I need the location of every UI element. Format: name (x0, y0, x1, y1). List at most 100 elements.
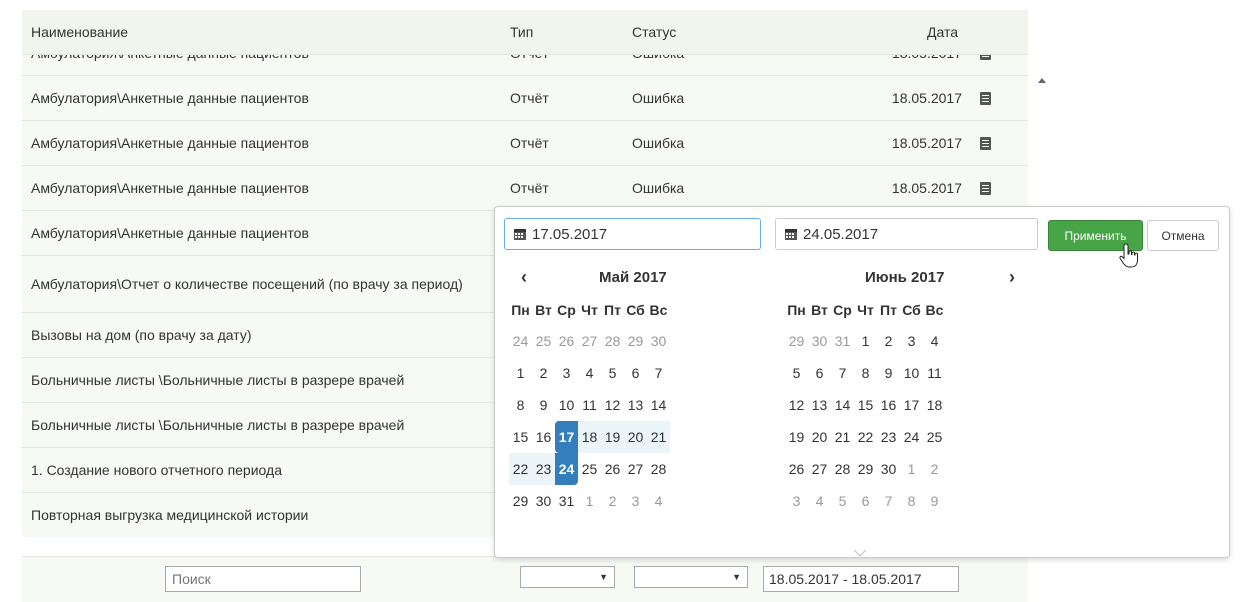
calendar-day[interactable]: 22 (854, 421, 877, 453)
calendar-day[interactable]: 9 (877, 357, 900, 389)
calendar-day[interactable]: 1 (900, 453, 923, 485)
calendar-day[interactable]: 7 (877, 485, 900, 517)
calendar-day[interactable]: 14 (647, 389, 670, 421)
calendar-day[interactable]: 29 (509, 485, 532, 517)
calendar-day[interactable]: 31 (831, 325, 854, 357)
scroll-up-arrow-icon[interactable] (1038, 78, 1046, 83)
calendar-day[interactable]: 8 (509, 389, 532, 421)
calendar-day[interactable]: 27 (624, 453, 647, 485)
calendar-day[interactable]: 30 (808, 325, 831, 357)
calendar-day[interactable]: 20 (624, 421, 647, 453)
calendar-day[interactable]: 7 (647, 357, 670, 389)
calendar-day[interactable]: 14 (831, 389, 854, 421)
table-row[interactable]: Амбулатория\Анкетные данные пациентов От… (22, 120, 1028, 165)
type-filter-select[interactable]: ▼ (520, 566, 615, 588)
calendar-day[interactable]: 30 (647, 325, 670, 357)
calendar-day[interactable]: 22 (509, 453, 532, 485)
calendar-day[interactable]: 18 (923, 389, 946, 421)
calendar-day[interactable]: 15 (854, 389, 877, 421)
calendar-day[interactable]: 26 (555, 325, 578, 357)
calendar-day[interactable]: 30 (532, 485, 555, 517)
calendar-day[interactable]: 1 (509, 357, 532, 389)
document-icon[interactable] (980, 136, 991, 150)
cancel-button[interactable]: Отмена (1147, 220, 1219, 251)
calendar-day[interactable]: 16 (532, 421, 555, 453)
calendar-day[interactable]: 26 (785, 453, 808, 485)
calendar-day[interactable]: 5 (601, 357, 624, 389)
calendar-day[interactable]: 8 (900, 485, 923, 517)
header-name[interactable]: Наименование (31, 10, 481, 54)
calendar-day[interactable]: 11 (578, 389, 601, 421)
calendar-day[interactable]: 28 (831, 453, 854, 485)
calendar-day[interactable]: 4 (647, 485, 670, 517)
calendar-day[interactable]: 12 (785, 389, 808, 421)
calendar-day[interactable]: 3 (624, 485, 647, 517)
calendar-day[interactable]: 25 (578, 453, 601, 485)
calendar-day[interactable]: 25 (923, 421, 946, 453)
calendar-day[interactable]: 8 (854, 357, 877, 389)
calendar-day[interactable]: 26 (601, 453, 624, 485)
calendar-day[interactable]: 30 (877, 453, 900, 485)
calendar-day[interactable]: 23 (877, 421, 900, 453)
calendar-day[interactable]: 2 (601, 485, 624, 517)
calendar-day[interactable]: 24 (900, 421, 923, 453)
calendar-day[interactable]: 13 (808, 389, 831, 421)
calendar-day[interactable]: 27 (808, 453, 831, 485)
calendar-day[interactable]: 11 (923, 357, 946, 389)
calendar-day[interactable]: 10 (555, 389, 578, 421)
calendar-day[interactable]: 13 (624, 389, 647, 421)
calendar-day[interactable]: 6 (854, 485, 877, 517)
calendar-day[interactable]: 5 (785, 357, 808, 389)
table-row[interactable]: Амбулатория\Анкетные данные пациентов От… (22, 75, 1028, 120)
calendar-day[interactable]: 24 (509, 325, 532, 357)
calendar-day[interactable]: 21 (831, 421, 854, 453)
header-status[interactable]: Статус (632, 10, 676, 54)
calendar-day[interactable]: 9 (532, 389, 555, 421)
calendar-day[interactable]: 2 (532, 357, 555, 389)
document-icon[interactable] (980, 55, 991, 60)
calendar-day[interactable]: 25 (532, 325, 555, 357)
calendar-day[interactable]: 2 (923, 453, 946, 485)
calendar-day[interactable]: 28 (647, 453, 670, 485)
calendar-day[interactable]: 1 (578, 485, 601, 517)
calendar-day[interactable]: 6 (808, 357, 831, 389)
calendar-day[interactable]: 19 (601, 421, 624, 453)
document-icon[interactable] (980, 91, 991, 105)
document-icon[interactable] (980, 181, 991, 195)
calendar-day[interactable]: 23 (532, 453, 555, 485)
calendar-day[interactable]: 1 (854, 325, 877, 357)
calendar-day[interactable]: 29 (854, 453, 877, 485)
calendar-day[interactable]: 29 (624, 325, 647, 357)
calendar-day[interactable]: 21 (647, 421, 670, 453)
calendar-day[interactable]: 31 (555, 485, 578, 517)
calendar-day[interactable]: 17 (555, 421, 578, 453)
calendar-day[interactable]: 3 (900, 325, 923, 357)
prev-month-icon[interactable]: ‹ (521, 267, 527, 288)
calendar-day[interactable]: 15 (509, 421, 532, 453)
calendar-day[interactable]: 4 (808, 485, 831, 517)
calendar-day[interactable]: 24 (555, 453, 578, 485)
calendar-day[interactable]: 7 (831, 357, 854, 389)
next-month-icon[interactable]: › (1009, 267, 1015, 288)
end-date-input[interactable]: 24.05.2017 (775, 218, 1038, 250)
calendar-day[interactable]: 5 (831, 485, 854, 517)
calendar-day[interactable]: 17 (900, 389, 923, 421)
calendar-day[interactable]: 4 (578, 357, 601, 389)
calendar-day[interactable]: 3 (555, 357, 578, 389)
calendar-day[interactable]: 27 (578, 325, 601, 357)
date-range-filter[interactable]: 18.05.2017 - 18.05.2017 (763, 566, 959, 592)
calendar-day[interactable]: 28 (601, 325, 624, 357)
calendar-day[interactable]: 29 (785, 325, 808, 357)
table-row[interactable]: Амбулатория\Анкетные данные пациентов От… (22, 165, 1028, 210)
table-row[interactable]: Амбулатория\Анкетные данные пациентов От… (22, 54, 1028, 75)
header-type[interactable]: Тип (510, 10, 533, 54)
calendar-day[interactable]: 4 (923, 325, 946, 357)
calendar-day[interactable]: 19 (785, 421, 808, 453)
calendar-day[interactable]: 16 (877, 389, 900, 421)
status-filter-select[interactable]: ▼ (634, 566, 748, 588)
calendar-day[interactable]: 20 (808, 421, 831, 453)
calendar-day[interactable]: 10 (900, 357, 923, 389)
header-date[interactable]: Дата (872, 10, 958, 54)
calendar-day[interactable]: 3 (785, 485, 808, 517)
calendar-day[interactable]: 2 (877, 325, 900, 357)
